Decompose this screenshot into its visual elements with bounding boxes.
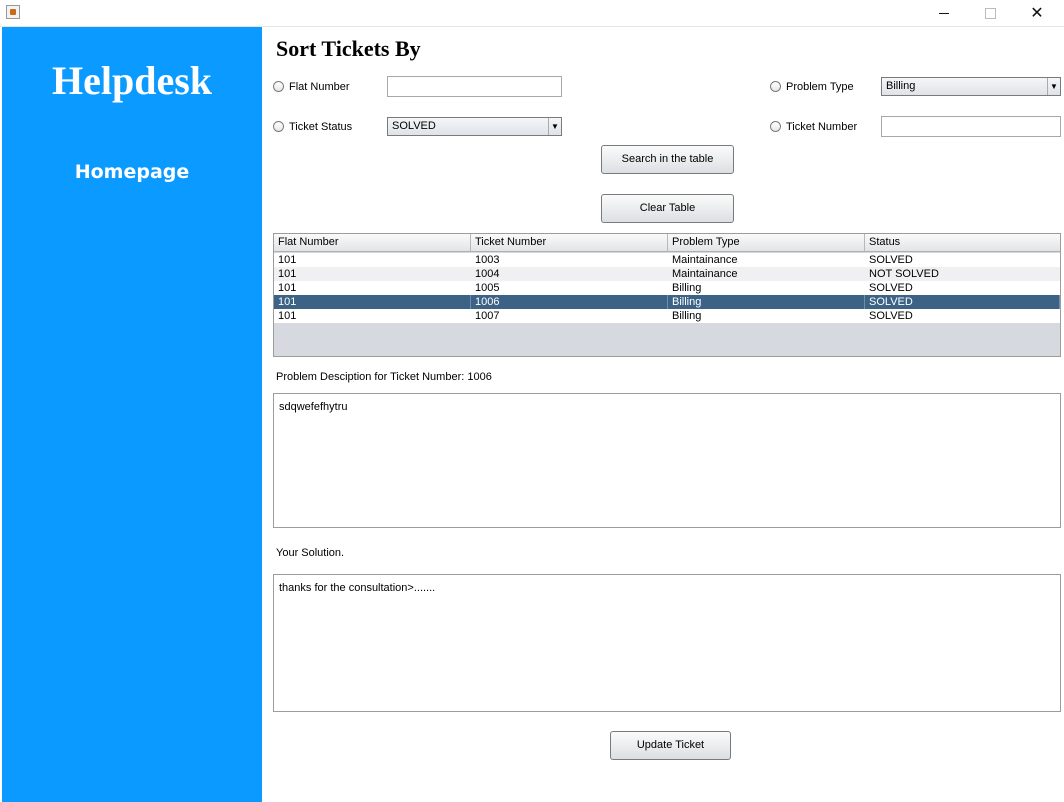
cell-flat-number: 101 xyxy=(278,268,297,280)
cell-flat-number: 101 xyxy=(274,295,471,309)
table-row[interactable]: 101 1006 Billing SOLVED xyxy=(274,295,1060,309)
chevron-down-icon: ▼ xyxy=(1047,78,1060,95)
column-header-flat-number[interactable]: Flat Number xyxy=(274,234,471,251)
table-header: Flat Number Ticket Number Problem Type S… xyxy=(274,234,1060,252)
cell-flat-number: 101 xyxy=(278,254,297,266)
sidebar: Helpdesk Homepage xyxy=(2,27,262,802)
cell-ticket-number: 1004 xyxy=(475,268,500,280)
cell-problem-type: Billing xyxy=(668,295,865,309)
solution-textarea[interactable]: thanks for the consultation>....... xyxy=(273,574,1061,712)
cell-status: SOLVED xyxy=(869,254,913,266)
cell-status: SOLVED xyxy=(869,310,913,322)
ticket-status-label: Ticket Status xyxy=(289,121,353,133)
homepage-link[interactable]: Homepage xyxy=(2,161,262,183)
flat-number-input[interactable] xyxy=(387,76,562,97)
search-table-button[interactable]: Search in the table xyxy=(601,145,734,174)
column-header-ticket-number[interactable]: Ticket Number xyxy=(471,234,668,251)
ticket-status-value: SOLVED xyxy=(392,120,436,132)
page-title: Sort Tickets By xyxy=(276,36,421,61)
cell-ticket-number: 1007 xyxy=(475,310,500,322)
clear-table-button[interactable]: Clear Table xyxy=(601,194,734,223)
problem-description-textarea[interactable]: sdqwefefhytru xyxy=(273,393,1061,528)
cell-flat-number: 101 xyxy=(278,282,297,294)
close-icon: ✕ xyxy=(1030,5,1044,22)
chevron-down-icon: ▼ xyxy=(548,118,561,135)
cell-ticket-number: 1003 xyxy=(475,254,500,266)
cell-flat-number: 101 xyxy=(278,310,297,322)
table-row[interactable]: 101 1004 Maintainance NOT SOLVED xyxy=(274,267,1060,281)
problem-type-select[interactable]: Billing ▼ xyxy=(881,77,1061,96)
ticket-number-radio[interactable] xyxy=(770,121,781,132)
cell-status: SOLVED xyxy=(865,295,1060,309)
flat-number-radio[interactable] xyxy=(273,81,284,92)
minimize-icon xyxy=(939,12,949,14)
cell-ticket-number: 1006 xyxy=(471,295,668,309)
problem-type-radio[interactable] xyxy=(770,81,781,92)
problem-type-value: Billing xyxy=(886,80,916,92)
ticket-number-input[interactable] xyxy=(881,116,1061,137)
tickets-table[interactable]: Flat Number Ticket Number Problem Type S… xyxy=(273,233,1061,357)
table-row[interactable]: 101 1005 Billing SOLVED xyxy=(274,281,1060,295)
table-row[interactable]: 101 1007 Billing SOLVED xyxy=(274,309,1060,323)
table-row[interactable]: 101 1003 Maintainance SOLVED xyxy=(274,253,1060,267)
column-header-status[interactable]: Status xyxy=(865,234,1060,251)
cell-problem-type: Billing xyxy=(672,282,702,294)
window-titlebar: ✕ xyxy=(0,0,1064,27)
cell-ticket-number: 1005 xyxy=(475,282,500,294)
column-header-problem-type[interactable]: Problem Type xyxy=(668,234,865,251)
java-app-icon xyxy=(6,5,20,19)
cell-status: NOT SOLVED xyxy=(869,268,939,280)
ticket-status-radio[interactable] xyxy=(273,121,284,132)
close-button[interactable]: ✕ xyxy=(1014,0,1060,26)
cell-problem-type: Billing xyxy=(672,310,702,322)
flat-number-label: Flat Number xyxy=(289,81,350,93)
solution-caption: Your Solution. xyxy=(276,547,345,559)
description-caption: Problem Desciption for Ticket Number: 10… xyxy=(276,371,492,383)
problem-type-label: Problem Type xyxy=(786,81,854,93)
maximize-icon xyxy=(984,7,996,19)
cell-status: SOLVED xyxy=(869,282,913,294)
ticket-number-label: Ticket Number xyxy=(786,121,858,133)
maximize-button[interactable] xyxy=(967,0,1013,26)
cell-problem-type: Maintainance xyxy=(672,268,738,280)
brand-title: Helpdesk xyxy=(51,58,213,103)
update-ticket-button[interactable]: Update Ticket xyxy=(610,731,731,760)
minimize-button[interactable] xyxy=(921,0,967,26)
cell-problem-type: Maintainance xyxy=(672,254,738,266)
ticket-status-select[interactable]: SOLVED ▼ xyxy=(387,117,562,136)
